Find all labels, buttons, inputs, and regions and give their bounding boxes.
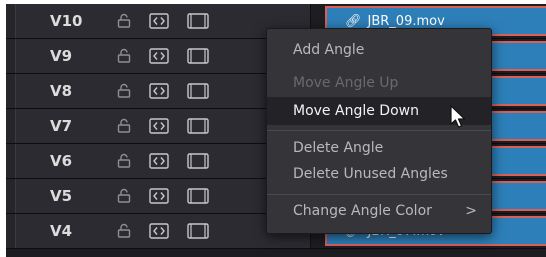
link-clips-icon[interactable] [148, 82, 170, 100]
submenu-arrow-icon: > [465, 203, 477, 219]
video-monitor-icon[interactable] [186, 47, 210, 65]
menu-item-delete-unused-angles[interactable]: Delete Unused Angles [267, 160, 491, 188]
lock-icon[interactable] [115, 47, 133, 65]
menu-item-label: Change Angle Color [293, 203, 432, 219]
track-label: V5 [50, 187, 73, 205]
lock-icon[interactable] [115, 82, 133, 100]
lock-icon[interactable] [115, 222, 133, 240]
menu-item-move-angle-up[interactable]: Move Angle Up [267, 69, 491, 97]
track-label: V8 [50, 82, 73, 100]
menu-item-change-angle-color[interactable]: Change Angle Color > [267, 197, 491, 225]
video-monitor-icon[interactable] [186, 222, 210, 240]
timeline-panel: V10 🔗︎ JBR_09.mov V9 V8 V7 V6 V5 V4 Add … [6, 4, 546, 257]
link-clips-icon[interactable] [148, 187, 170, 205]
video-monitor-icon[interactable] [186, 12, 210, 30]
link-clips-icon[interactable] [148, 47, 170, 65]
app-window: V10 🔗︎ JBR_09.mov V9 V8 V7 V6 V5 V4 Add … [0, 0, 546, 257]
track-label: V6 [50, 152, 73, 170]
track-color-strip [6, 144, 16, 178]
lock-icon[interactable] [115, 152, 133, 170]
menu-separator [267, 194, 491, 195]
video-monitor-icon[interactable] [186, 187, 210, 205]
track-label: V4 [50, 222, 73, 240]
lock-icon[interactable] [115, 117, 133, 135]
track-color-strip [6, 4, 16, 38]
menu-item-delete-angle[interactable]: Delete Angle [267, 134, 491, 162]
link-clips-icon[interactable] [148, 117, 170, 135]
track-color-strip [6, 214, 16, 248]
video-monitor-icon[interactable] [186, 152, 210, 170]
chain-link-icon: 🔗︎ [345, 14, 362, 29]
track-color-strip [6, 74, 16, 108]
track-color-strip [6, 109, 16, 143]
mouse-pointer-icon [449, 105, 467, 131]
menu-item-add-angle[interactable]: Add Angle [267, 36, 491, 64]
track-color-strip [6, 39, 16, 73]
clip-name: 🔗︎ JBR_09.mov [345, 14, 445, 29]
link-clips-icon[interactable] [148, 12, 170, 30]
track-label: V9 [50, 47, 73, 65]
video-monitor-icon[interactable] [186, 82, 210, 100]
lock-icon[interactable] [115, 12, 133, 30]
video-monitor-icon[interactable] [186, 117, 210, 135]
clip-filename: JBR_09.mov [367, 14, 445, 29]
link-clips-icon[interactable] [148, 152, 170, 170]
track-label: V7 [50, 117, 73, 135]
lock-icon[interactable] [115, 187, 133, 205]
link-clips-icon[interactable] [148, 222, 170, 240]
track-color-strip [6, 179, 16, 213]
track-label: V10 [50, 12, 83, 30]
